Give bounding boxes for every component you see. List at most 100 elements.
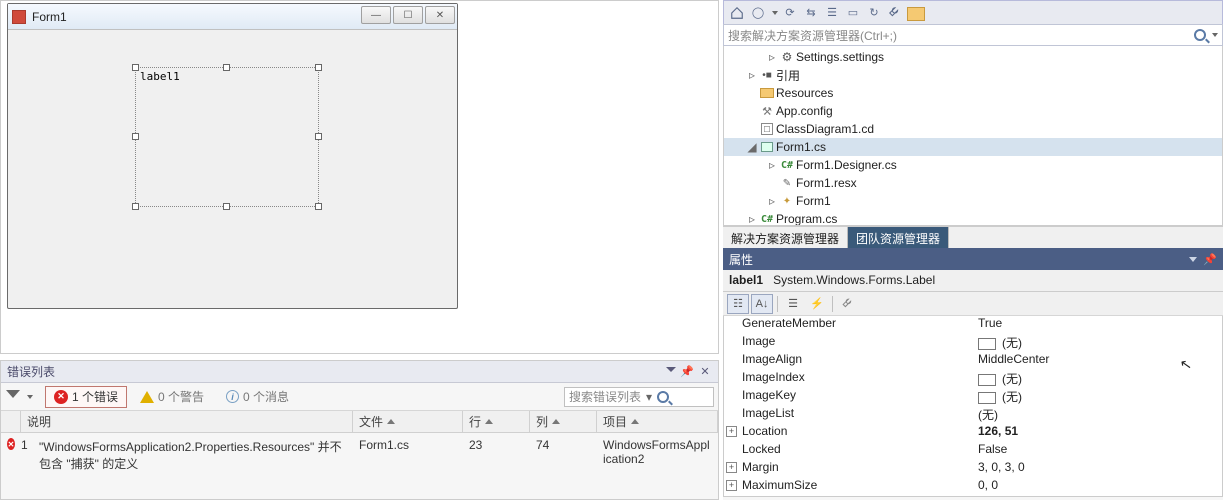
right-panel: ◯ ⟳ ⇆ ☰ ▭ ↻ 搜索解决方案资源管理器(Ctrl+;) ▹Setting… (723, 0, 1223, 500)
tree-item-appconfig[interactable]: App.config (724, 102, 1222, 120)
history-dropdown-icon[interactable] (772, 11, 778, 15)
expand-icon[interactable]: + (726, 480, 737, 491)
close-button[interactable]: ✕ (425, 6, 455, 24)
property-value[interactable]: False (978, 442, 1007, 456)
tree-item-form1cs[interactable]: ◢Form1.cs (724, 138, 1222, 156)
resize-handle-tl[interactable] (132, 64, 139, 71)
properties-button[interactable]: ☰ (782, 294, 804, 314)
filter-icon[interactable] (5, 389, 21, 405)
expand-icon[interactable]: + (726, 462, 737, 473)
sync-icon[interactable]: ⟳ (781, 4, 799, 22)
property-pages-button[interactable] (837, 294, 859, 314)
back-icon[interactable]: ◯ (749, 4, 767, 22)
errors-filter-button[interactable]: ✕ 1 个错误 (45, 386, 127, 408)
solution-tree[interactable]: ▹Settings.settings ▹引用 Resources App.con… (723, 46, 1223, 226)
col-project[interactable]: 项目 (597, 411, 718, 432)
property-value[interactable]: 126, 51 (978, 424, 1018, 438)
info-badge-icon: i (226, 390, 239, 403)
error-search-placeholder: 搜索错误列表 (569, 388, 641, 405)
property-row[interactable]: ImageAlignMiddleCenter (724, 352, 1222, 370)
tree-item-programcs[interactable]: ▹C#Program.cs (724, 210, 1222, 226)
resize-handle-bl[interactable] (132, 203, 139, 210)
property-value[interactable]: 3, 0, 3, 0 (978, 460, 1025, 474)
property-row[interactable]: GenerateMemberTrue (724, 316, 1222, 334)
tree-item-classdiagram[interactable]: ☐ClassDiagram1.cd (724, 120, 1222, 138)
tab-team-explorer[interactable]: 团队资源管理器 (848, 227, 949, 248)
tree-item-form1designer[interactable]: ▹C#Form1.Designer.cs (724, 156, 1222, 174)
settings-icon (778, 50, 796, 64)
tree-item-form1resx[interactable]: Form1.resx (724, 174, 1222, 192)
form-client-area[interactable]: label1 (13, 30, 452, 303)
property-value[interactable]: MiddleCenter (978, 352, 1049, 366)
tree-item-settings[interactable]: ▹Settings.settings (724, 48, 1222, 66)
minimize-button[interactable]: — (361, 6, 391, 24)
pin-icon[interactable]: 📌 (680, 365, 694, 379)
property-row[interactable]: LockedFalse (724, 442, 1222, 460)
warnings-filter-button[interactable]: 0 个警告 (131, 386, 213, 408)
resize-handle-tr[interactable] (315, 64, 322, 71)
property-row[interactable]: Image(无) (724, 334, 1222, 352)
maximize-button[interactable]: ☐ (393, 6, 423, 24)
sort-asc-icon (485, 419, 493, 424)
selected-label-control[interactable]: label1 (135, 67, 319, 207)
events-button[interactable]: ⚡ (806, 294, 828, 314)
col-description[interactable]: 说明 (21, 411, 353, 432)
tree-item-references[interactable]: ▹引用 (724, 66, 1222, 84)
messages-filter-button[interactable]: i 0 个消息 (217, 386, 298, 408)
home-icon[interactable] (728, 4, 746, 22)
property-row[interactable]: ImageKey (无) (724, 388, 1222, 406)
property-row[interactable]: +Location126, 51 (724, 424, 1222, 442)
resize-handle-br[interactable] (315, 203, 322, 210)
close-icon[interactable]: ✕ (698, 365, 712, 379)
designer-surface[interactable]: Form1 — ☐ ✕ label1 (0, 0, 719, 354)
col-file[interactable]: 文件 (353, 411, 463, 432)
resize-handle-tc[interactable] (223, 64, 230, 71)
col-line[interactable]: 行 (463, 411, 530, 432)
col-icon[interactable] (1, 411, 21, 432)
wrench-icon[interactable] (886, 4, 904, 22)
col-column[interactable]: 列 (530, 411, 597, 432)
refresh-icon[interactable]: ↻ (865, 4, 883, 22)
resize-handle-bc[interactable] (223, 203, 230, 210)
expand-icon[interactable]: + (726, 426, 737, 437)
error-number: 1 (21, 438, 33, 452)
error-search-input[interactable]: 搜索错误列表 ▾ (564, 387, 714, 407)
properties-object-selector[interactable]: label1 System.Windows.Forms.Label (723, 270, 1223, 292)
property-row[interactable]: ImageList(无) (724, 406, 1222, 424)
property-value[interactable]: (无) (1002, 390, 1022, 404)
property-row[interactable]: +Margin3, 0, 3, 0 (724, 460, 1222, 478)
tree-item-form1class[interactable]: ▹Form1 (724, 192, 1222, 210)
tree-item-resources[interactable]: Resources (724, 84, 1222, 102)
property-value[interactable]: (无) (978, 408, 998, 422)
property-value[interactable]: (无) (1002, 336, 1022, 350)
sort-asc-icon (631, 419, 639, 424)
panel-menu-icon[interactable] (1189, 257, 1197, 262)
filter-dropdown-icon[interactable] (27, 395, 33, 399)
resize-handle-mr[interactable] (315, 133, 322, 140)
props-icon[interactable]: ☰ (823, 4, 841, 22)
search-icon[interactable] (657, 391, 669, 403)
property-name: ImageKey (742, 388, 796, 402)
search-icon[interactable] (1194, 29, 1206, 41)
showall-icon[interactable]: ▭ (844, 4, 862, 22)
collapse-icon[interactable]: ⇆ (802, 4, 820, 22)
property-value[interactable]: True (978, 316, 1002, 330)
properties-grid[interactable]: GenerateMemberTrueImage(无)ImageAlignMidd… (723, 316, 1223, 497)
tab-solution-explorer[interactable]: 解决方案资源管理器 (723, 227, 848, 248)
alphabetical-button[interactable]: A↓ (751, 294, 773, 314)
form-window[interactable]: Form1 — ☐ ✕ label1 (7, 3, 458, 309)
open-folder-icon[interactable] (907, 7, 925, 21)
search-dropdown-icon[interactable]: ▾ (641, 390, 657, 404)
panel-menu-icon[interactable] (666, 367, 676, 377)
property-value[interactable]: 0, 0 (978, 478, 998, 492)
property-row[interactable]: +MaximumSize0, 0 (724, 478, 1222, 496)
search-options-icon[interactable] (1212, 33, 1218, 37)
pin-icon[interactable]: 📌 (1203, 253, 1217, 266)
categorized-button[interactable]: ☷ (727, 294, 749, 314)
solution-search-input[interactable]: 搜索解决方案资源管理器(Ctrl+;) (723, 24, 1223, 46)
error-line: 23 (463, 438, 530, 452)
resize-handle-ml[interactable] (132, 133, 139, 140)
property-row[interactable]: ImageIndex(无) (724, 370, 1222, 388)
property-value[interactable]: (无) (1002, 372, 1022, 386)
error-row[interactable]: ✕ 1 "WindowsFormsApplication2.Properties… (1, 433, 718, 477)
